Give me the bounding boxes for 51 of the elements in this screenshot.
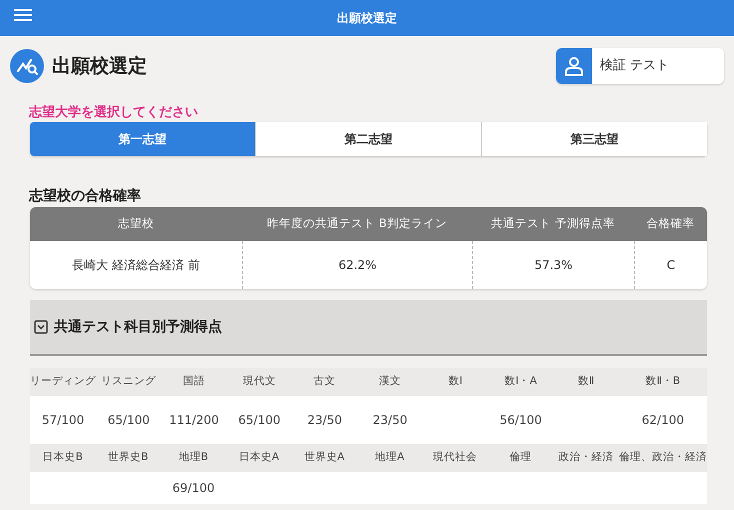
table-cell-text: 長崎大 経済総合経済 前 [72, 257, 200, 274]
menu-button[interactable] [14, 8, 32, 22]
column-header: 合格確率 [646, 215, 696, 232]
column-header: 志望校 [117, 215, 155, 232]
menu-icon [14, 8, 32, 22]
score-cell: 69/100 [160, 472, 226, 504]
table-cell-text: 57.3% [534, 257, 573, 274]
subject-header: リーディング [30, 368, 96, 396]
score-cell: 57/100 [30, 396, 96, 444]
prompt-text: 志望大学を選択してください [29, 105, 199, 120]
app-bar-title: 出願校選定 [337, 10, 397, 27]
page-title: 出願校選定 [52, 54, 147, 79]
subject-header: 世界史B [95, 444, 161, 472]
collapse-icon[interactable] [34, 320, 48, 334]
score-cell: 65/100 [226, 396, 292, 444]
subject-header: 地理B [160, 444, 226, 472]
subject-header: 国語 [161, 368, 227, 396]
score-cell: 111/200 [161, 396, 227, 444]
section-title: 志望校の合格確率 [29, 187, 142, 205]
subject-header: 日本史A [226, 444, 292, 472]
subject-header: 倫理 [488, 444, 554, 472]
chart-search-icon [10, 49, 44, 83]
subject-header: 日本史B [30, 444, 96, 472]
subject-header: 数Ⅱ・B [618, 368, 707, 396]
subject-header: 数Ⅱ [553, 368, 619, 396]
subject-header: リスニング [96, 368, 162, 396]
user-box[interactable]: 検証 テスト [556, 48, 724, 84]
subject-header: 古文 [292, 368, 358, 396]
subject-header: 数Ⅰ [422, 368, 488, 396]
score-cell: 62/100 [618, 396, 707, 444]
subject-header: 倫理、政治・経済 [618, 444, 707, 472]
subject-header: 現代文 [226, 368, 292, 396]
table-cell-text: 62.2% [338, 257, 377, 274]
subject-header: 政治・経済 [553, 444, 619, 472]
subject-header: 数Ⅰ・A [488, 368, 554, 396]
subject-header: 世界史A [292, 444, 358, 472]
subject-header: 地理A [357, 444, 422, 472]
score-cell: 23/50 [357, 396, 423, 444]
section-title: 共通テスト科目別予測得点 [54, 318, 222, 336]
score-cell: 23/50 [292, 396, 358, 444]
tab[interactable]: 第一志望 [30, 122, 255, 156]
tab[interactable]: 第三志望 [481, 122, 707, 156]
user-icon [564, 56, 584, 76]
score-cell: 65/100 [96, 396, 162, 444]
subject-header: 現代社会 [422, 444, 488, 472]
column-header: 共通テスト 予測得点率 [490, 215, 616, 232]
score-cell: 56/100 [488, 396, 554, 444]
tab[interactable]: 第二志望 [255, 122, 481, 156]
table-cell-text: C [666, 257, 676, 274]
subject-header: 漢文 [357, 368, 423, 396]
column-header: 昨年度の共通テスト B判定ライン [266, 215, 448, 232]
